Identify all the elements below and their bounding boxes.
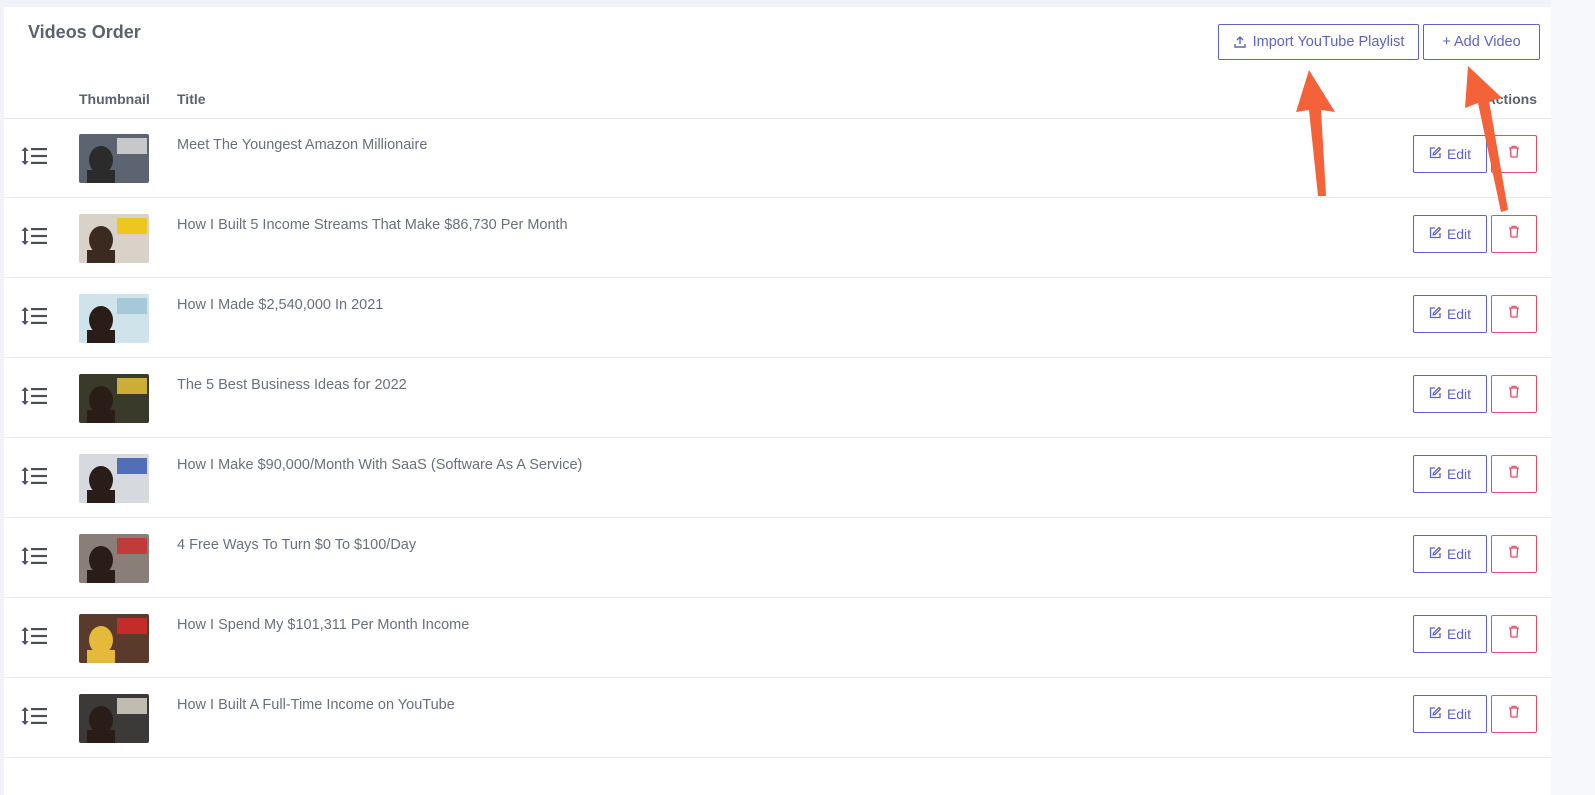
edit-button-label: Edit <box>1446 146 1472 162</box>
edit-button[interactable]: Edit <box>1413 455 1487 493</box>
edit-icon <box>1429 386 1442 402</box>
table-row: How I Built 5 Income Streams That Make $… <box>4 198 1551 278</box>
videos-order-card: Videos Order Import YouTube Playlist + A… <box>4 7 1551 795</box>
drag-handle-icon[interactable] <box>21 386 49 406</box>
delete-button[interactable] <box>1491 215 1537 253</box>
add-button-label: + Add Video <box>1442 34 1521 50</box>
edit-icon <box>1429 466 1442 482</box>
table-row: 4 Free Ways To Turn $0 To $100/Day Edit <box>4 518 1551 598</box>
drag-handle-icon[interactable] <box>21 706 49 726</box>
edit-button-label: Edit <box>1446 466 1472 482</box>
upload-icon <box>1233 35 1247 49</box>
video-title: How I Made $2,540,000 In 2021 <box>177 297 384 313</box>
trash-icon <box>1508 385 1520 403</box>
edit-button-label: Edit <box>1446 626 1472 642</box>
import-button-label: Import YouTube Playlist <box>1252 34 1405 50</box>
edit-button-label: Edit <box>1446 306 1472 322</box>
trash-icon <box>1508 625 1520 643</box>
edit-button[interactable]: Edit <box>1413 135 1487 173</box>
edit-button[interactable]: Edit <box>1413 535 1487 573</box>
column-header-thumbnail: Thumbnail <box>79 91 150 107</box>
trash-icon <box>1508 705 1520 723</box>
video-thumbnail <box>79 534 149 583</box>
video-title: How I Built A Full-Time Income on YouTub… <box>177 697 455 713</box>
page-title: Videos Order <box>28 22 141 42</box>
table-row: Meet The Youngest Amazon Millionaire Edit <box>4 118 1551 198</box>
table-row: How I Make $90,000/Month With SaaS (Soft… <box>4 438 1551 518</box>
column-header-title: Title <box>177 91 206 107</box>
video-title: How I Spend My $101,311 Per Month Income <box>177 617 470 633</box>
drag-handle-icon[interactable] <box>21 226 49 246</box>
video-thumbnail <box>79 214 149 263</box>
edit-icon <box>1429 706 1442 722</box>
video-title: How I Make $90,000/Month With SaaS (Soft… <box>177 457 583 473</box>
edit-button[interactable]: Edit <box>1413 695 1487 733</box>
video-title: 4 Free Ways To Turn $0 To $100/Day <box>177 537 417 553</box>
table-row: How I Spend My $101,311 Per Month Income… <box>4 598 1551 678</box>
video-thumbnail <box>79 374 149 423</box>
edit-icon <box>1429 226 1442 242</box>
video-thumbnail <box>79 134 149 183</box>
trash-icon <box>1508 225 1520 243</box>
drag-handle-icon[interactable] <box>21 306 49 326</box>
trash-icon <box>1508 465 1520 483</box>
video-thumbnail <box>79 454 149 503</box>
delete-button[interactable] <box>1491 695 1537 733</box>
edit-icon <box>1429 626 1442 642</box>
delete-button[interactable] <box>1491 295 1537 333</box>
video-title: The 5 Best Business Ideas for 2022 <box>177 377 407 393</box>
delete-button[interactable] <box>1491 135 1537 173</box>
drag-handle-icon[interactable] <box>21 626 49 646</box>
table-row: How I Made $2,540,000 In 2021 Edit <box>4 278 1551 358</box>
video-thumbnail <box>79 614 149 663</box>
edit-icon <box>1429 146 1442 162</box>
page-background-strip <box>1551 0 1595 795</box>
trash-icon <box>1508 145 1520 163</box>
video-title: How I Built 5 Income Streams That Make $… <box>177 217 568 233</box>
delete-button[interactable] <box>1491 375 1537 413</box>
delete-button[interactable] <box>1491 535 1537 573</box>
edit-button[interactable]: Edit <box>1413 215 1487 253</box>
video-thumbnail <box>79 694 149 743</box>
edit-button[interactable]: Edit <box>1413 615 1487 653</box>
edit-button-label: Edit <box>1446 386 1472 402</box>
add-video-button[interactable]: + Add Video <box>1423 24 1540 60</box>
trash-icon <box>1508 545 1520 563</box>
video-title: Meet The Youngest Amazon Millionaire <box>177 137 428 153</box>
edit-icon <box>1429 546 1442 562</box>
edit-button-label: Edit <box>1446 706 1472 722</box>
drag-handle-icon[interactable] <box>21 146 49 166</box>
delete-button[interactable] <box>1491 455 1537 493</box>
edit-icon <box>1429 306 1442 322</box>
table-row: How I Built A Full-Time Income on YouTub… <box>4 678 1551 758</box>
table-row: The 5 Best Business Ideas for 2022 Edit <box>4 358 1551 438</box>
drag-handle-icon[interactable] <box>21 546 49 566</box>
column-header-actions: Actions <box>1485 91 1537 107</box>
edit-button-label: Edit <box>1446 546 1472 562</box>
edit-button[interactable]: Edit <box>1413 295 1487 333</box>
delete-button[interactable] <box>1491 615 1537 653</box>
video-thumbnail <box>79 294 149 343</box>
edit-button-label: Edit <box>1446 226 1472 242</box>
trash-icon <box>1508 305 1520 323</box>
import-youtube-playlist-button[interactable]: Import YouTube Playlist <box>1218 24 1419 60</box>
edit-button[interactable]: Edit <box>1413 375 1487 413</box>
drag-handle-icon[interactable] <box>21 466 49 486</box>
